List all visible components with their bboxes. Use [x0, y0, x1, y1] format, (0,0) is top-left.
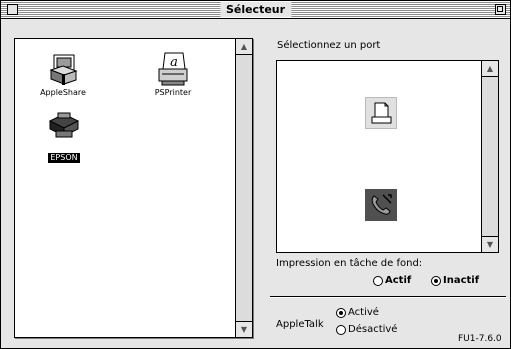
port-label: Sélectionnez un port	[277, 40, 381, 51]
modem-port-item[interactable]	[365, 189, 397, 221]
epson-printer-icon	[48, 112, 80, 138]
modem-port-icon	[371, 194, 392, 215]
close-box[interactable]	[7, 4, 18, 15]
port-list-scrollbar[interactable]: ▲ ▼	[481, 61, 498, 252]
appletalk-on-radio[interactable]: Activé	[336, 307, 379, 318]
window-title: Sélecteur	[219, 2, 292, 17]
radio-button[interactable]	[431, 275, 441, 286]
background-printing-label: Impression en tâche de fond:	[276, 258, 423, 269]
background-printing-off-radio[interactable]: Inactif	[431, 275, 479, 286]
driver-label: PSPrinter	[154, 88, 192, 97]
radio-label: Actif	[385, 275, 412, 286]
scroll-down-arrow-icon[interactable]: ▼	[236, 321, 252, 337]
svg-text:a: a	[170, 55, 178, 70]
driver-label: EPSON	[48, 153, 80, 163]
driver-list-scrollbar[interactable]: ▲ ▼	[235, 39, 252, 337]
printer-port-item[interactable]	[365, 97, 397, 129]
radio-label: Inactif	[443, 275, 480, 286]
radio-button[interactable]	[336, 307, 346, 318]
driver-list[interactable]: AppleShare a PSPrinter EPSON ▲ ▼	[14, 38, 253, 338]
radio-label: Désactivé	[348, 324, 398, 335]
radio-button[interactable]	[336, 324, 346, 335]
printer-port-icon	[365, 97, 397, 129]
background-printing-on-radio[interactable]: Actif	[373, 275, 411, 286]
port-list[interactable]: ▲ ▼	[276, 60, 499, 253]
zoom-box[interactable]	[495, 4, 506, 15]
driver-icons-area: AppleShare a PSPrinter EPSON	[15, 39, 234, 337]
scroll-up-arrow-icon[interactable]: ▲	[236, 39, 252, 55]
title-bar[interactable]: Sélecteur	[1, 1, 510, 19]
divider-highlight	[270, 297, 506, 298]
appletalk-off-radio[interactable]: Désactivé	[336, 324, 397, 335]
version-label: FU1-7.6.0	[458, 334, 502, 344]
radio-button[interactable]	[373, 275, 383, 286]
driver-label: AppleShare	[40, 88, 86, 97]
driver-psprinter[interactable]: a PSPrinter	[141, 51, 205, 98]
scroll-up-arrow-icon[interactable]: ▲	[482, 61, 498, 77]
driver-epson[interactable]: EPSON	[32, 111, 96, 164]
appletalk-label: AppleTalk	[276, 319, 324, 330]
scroll-down-arrow-icon[interactable]: ▼	[482, 236, 498, 252]
appleshare-icon	[49, 54, 78, 85]
radio-label: Activé	[348, 307, 379, 318]
psprinter-icon: a	[158, 52, 188, 86]
driver-appleshare[interactable]: AppleShare	[31, 51, 95, 98]
